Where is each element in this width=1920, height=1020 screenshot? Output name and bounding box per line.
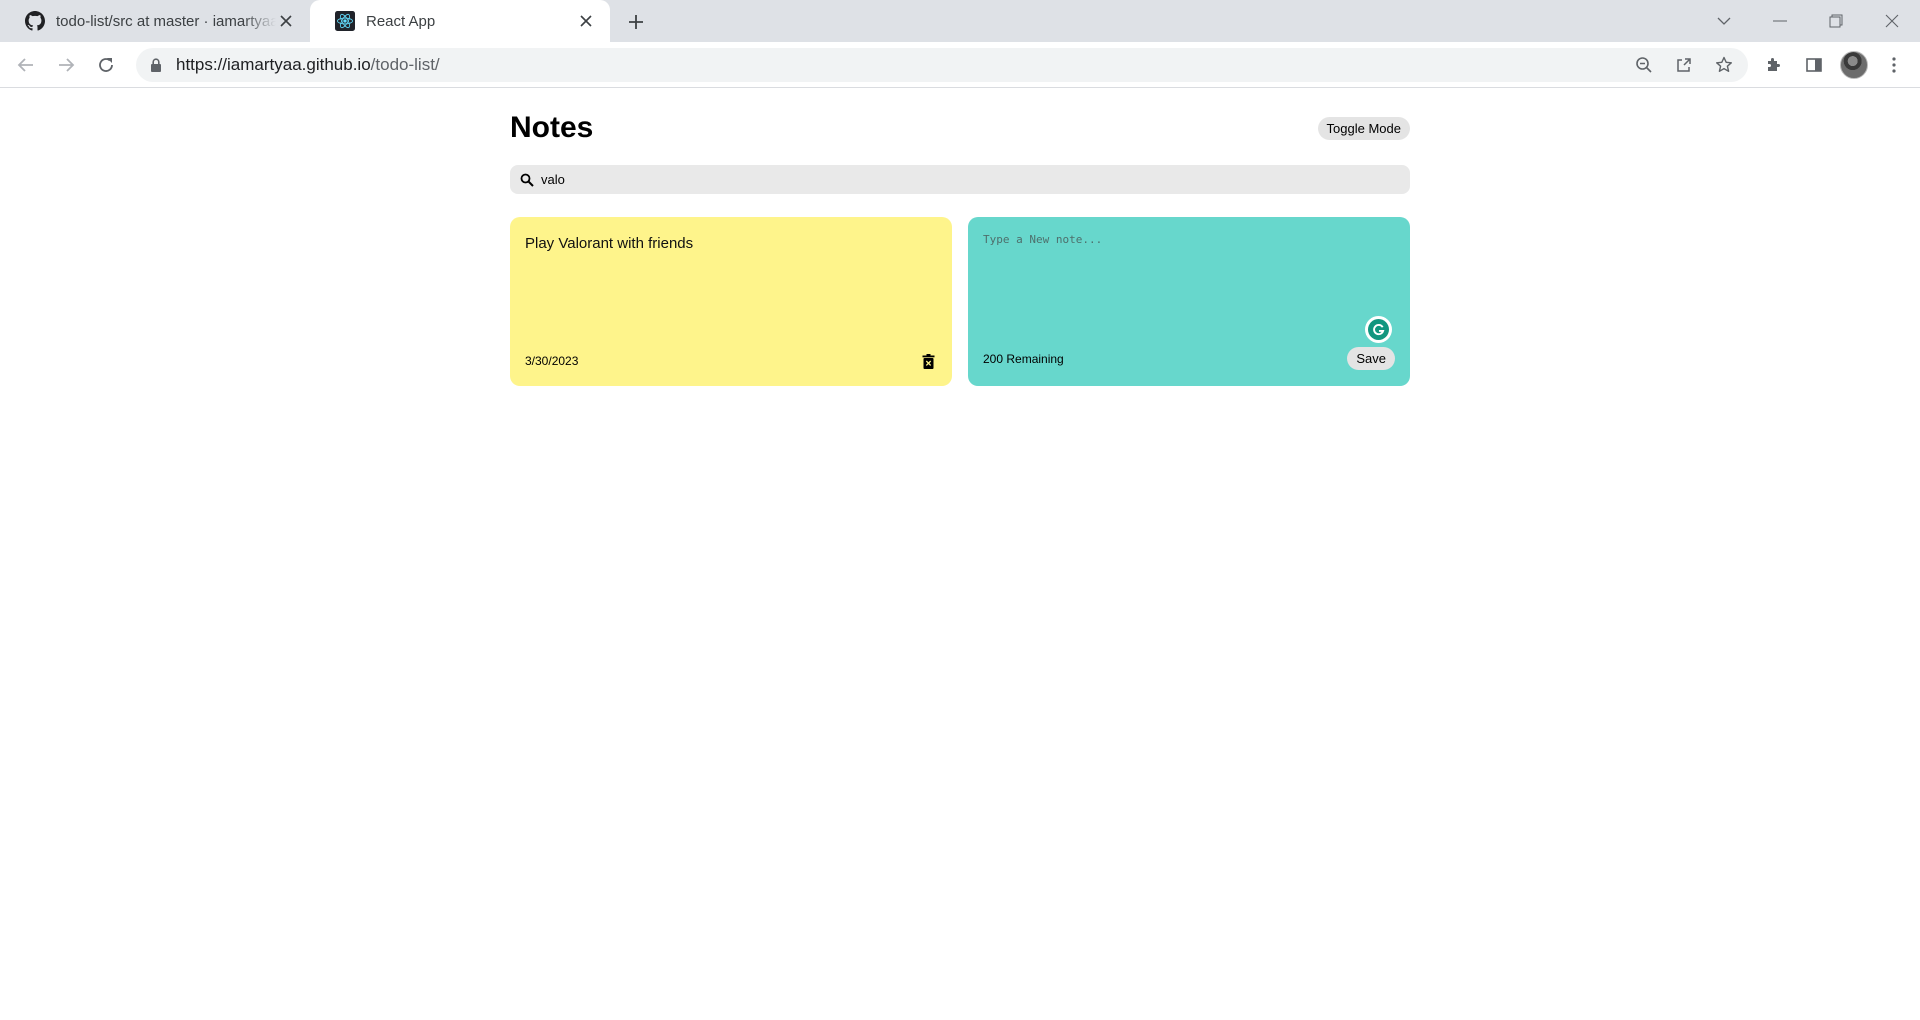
address-bar[interactable]: https://iamartyaa.github.io/todo-list/ [136, 48, 1748, 82]
tab-github[interactable]: todo-list/src at master · iamartyaa [0, 0, 310, 42]
grammarly-g-icon [1368, 319, 1389, 340]
tab-search-chevron-down-icon[interactable] [1696, 0, 1752, 42]
remaining-count: 200 Remaining [983, 351, 1064, 366]
app-header: Notes Toggle Mode [510, 89, 1410, 165]
new-note-card: 200 Remaining Save [968, 217, 1410, 386]
grammarly-icon[interactable] [1365, 316, 1392, 343]
toolbar-right [1758, 49, 1910, 81]
tab-title: React App [366, 12, 436, 30]
note-date: 3/30/2023 [525, 354, 579, 368]
note-footer: 3/30/2023 [525, 352, 937, 370]
restore-icon[interactable] [1808, 0, 1864, 42]
browser-tab-strip: todo-list/src at master · iamartyaa Reac… [0, 0, 1920, 42]
side-panel-icon[interactable] [1798, 49, 1830, 81]
menu-kebab-icon[interactable] [1878, 49, 1910, 81]
notes-app: Notes Toggle Mode Play Valorant with fri… [510, 89, 1410, 386]
search-bar [510, 165, 1410, 194]
url-path: /todo-list/ [370, 55, 440, 74]
save-button[interactable]: Save [1347, 347, 1395, 370]
back-arrow-icon[interactable] [10, 49, 42, 81]
omnibox-actions [1630, 48, 1738, 82]
profile-avatar[interactable] [1838, 49, 1870, 81]
forward-arrow-icon[interactable] [50, 49, 82, 81]
window-controls [1696, 0, 1920, 42]
tab-close-icon[interactable] [276, 11, 296, 31]
tab-title: todo-list/src at master · iamartyaa [56, 12, 276, 30]
search-icon [518, 171, 536, 189]
new-tab-plus-icon[interactable] [622, 8, 650, 36]
url-host: https://iamartyaa.github.io [176, 55, 371, 74]
avatar [1840, 51, 1868, 79]
react-icon [334, 10, 356, 32]
lock-icon[interactable] [136, 58, 176, 72]
note-text: Play Valorant with friends [525, 235, 694, 252]
close-window-icon[interactable] [1864, 0, 1920, 42]
new-note-footer: 200 Remaining Save [983, 347, 1395, 370]
minimize-icon[interactable] [1752, 0, 1808, 42]
zoom-out-icon[interactable] [1630, 51, 1658, 79]
delete-trash-icon[interactable] [919, 352, 937, 370]
tab-close-icon[interactable] [576, 11, 596, 31]
url-text: https://iamartyaa.github.io/todo-list/ [176, 55, 1748, 75]
github-icon [24, 10, 46, 32]
bookmark-star-icon[interactable] [1710, 51, 1738, 79]
page-title: Notes [510, 111, 594, 144]
toggle-mode-button[interactable]: Toggle Mode [1317, 117, 1410, 140]
share-icon[interactable] [1670, 51, 1698, 79]
tab-react-app[interactable]: React App [310, 0, 610, 42]
notes-list: Play Valorant with friends 3/30/2023 200 [510, 217, 1410, 386]
new-note-textarea[interactable] [983, 233, 1393, 329]
browser-toolbar: https://iamartyaa.github.io/todo-list/ [0, 42, 1920, 88]
search-input[interactable] [541, 172, 1381, 187]
extensions-puzzle-icon[interactable] [1758, 49, 1790, 81]
page-content: Notes Toggle Mode Play Valorant with fri… [0, 89, 1920, 1020]
reload-icon[interactable] [90, 49, 122, 81]
note-card: Play Valorant with friends 3/30/2023 [510, 217, 952, 386]
